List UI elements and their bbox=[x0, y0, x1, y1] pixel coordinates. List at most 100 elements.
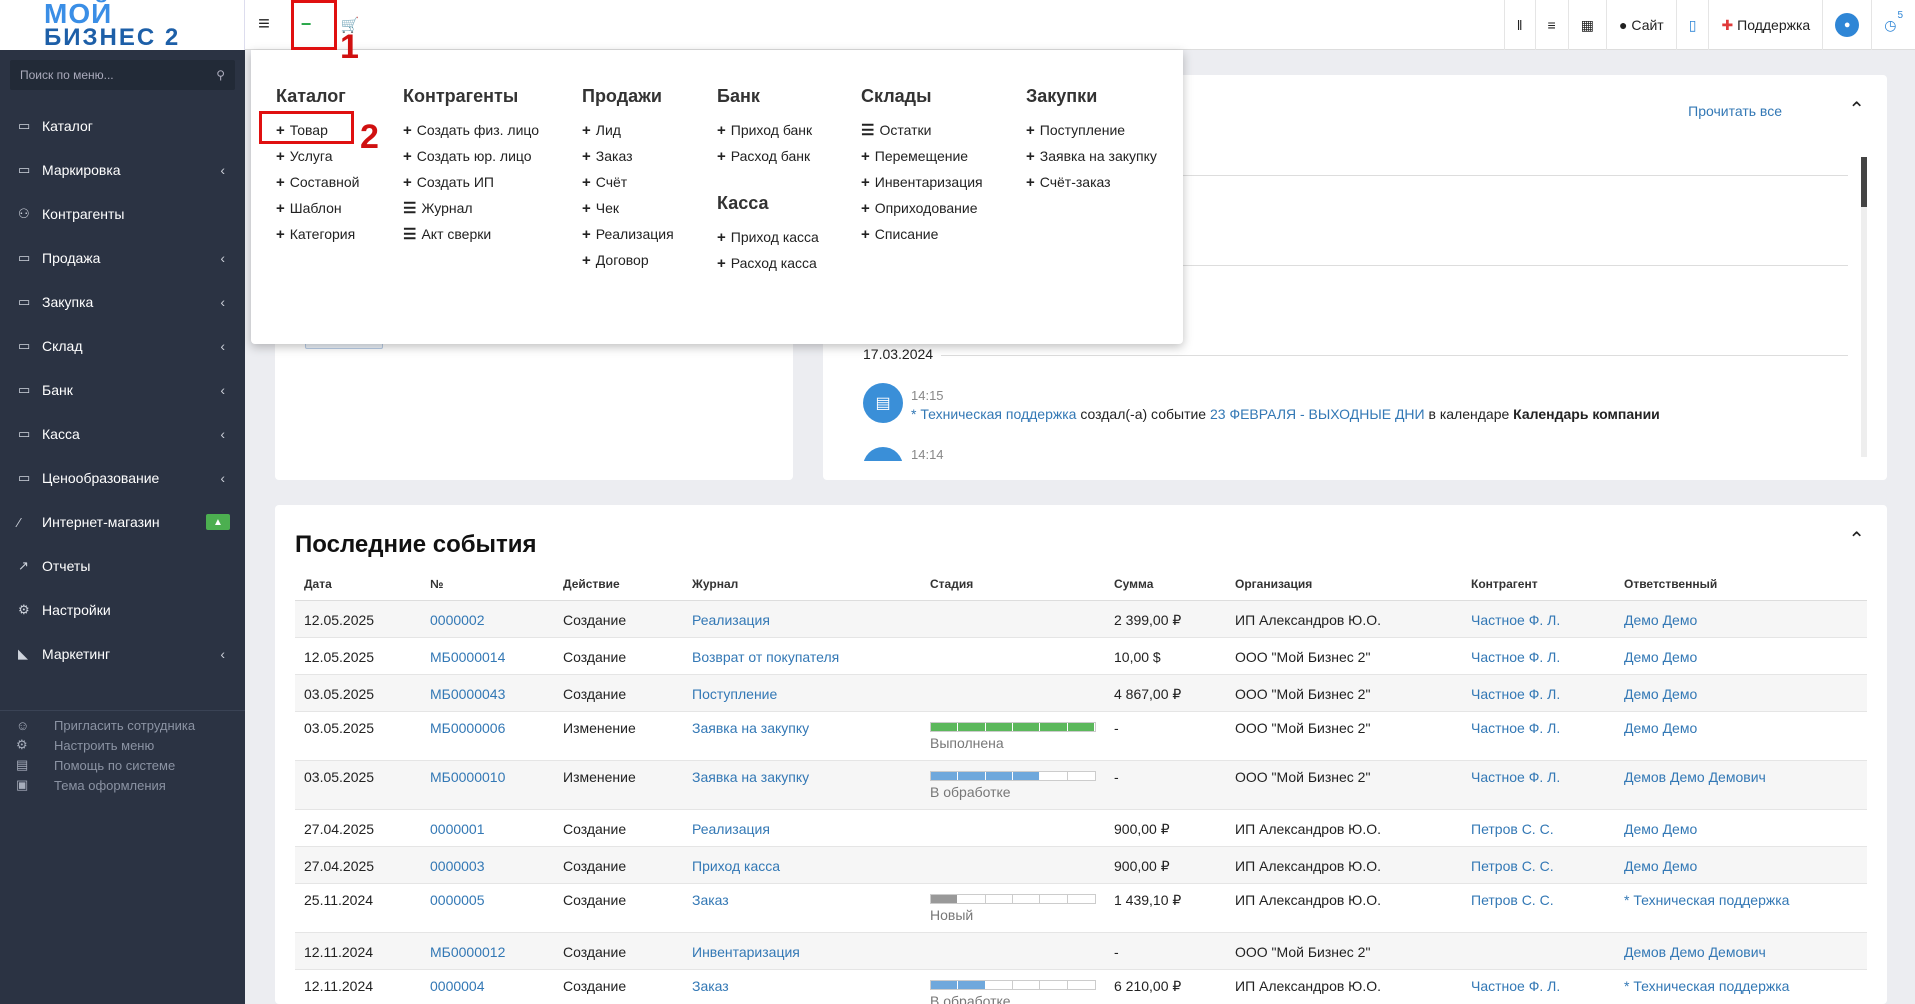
dropdown-item[interactable]: + Реализация bbox=[582, 221, 674, 247]
cell-num[interactable]: МБ0000014 bbox=[421, 637, 554, 675]
dropdown-item[interactable]: + Перемещение bbox=[861, 143, 983, 169]
dropdown-item[interactable]: + Инвентаризация bbox=[861, 169, 983, 195]
topbar-tool-7[interactable]: ◷ 5 bbox=[1871, 0, 1915, 50]
dropdown-item[interactable]: + Заказ bbox=[582, 143, 674, 169]
cell-journal[interactable]: Реализация bbox=[683, 600, 921, 638]
sidebar-item-11[interactable]: ⚙ Настройки bbox=[0, 588, 245, 632]
table-row[interactable]: 25.11.2024 0000005 Создание Заказ Новый 1 439… bbox=[295, 883, 1867, 933]
cell-num[interactable]: 0000003 bbox=[421, 846, 554, 884]
table-row[interactable]: 12.05.2025 МБ0000014 Создание Возврат от по… bbox=[295, 637, 1867, 675]
topbar-tool-5[interactable]: ✚ Поддержка bbox=[1708, 0, 1822, 50]
column-header[interactable]: Журнал bbox=[683, 568, 921, 601]
column-header[interactable]: Дата bbox=[295, 568, 421, 601]
cell-resp[interactable]: Демо Демо bbox=[1615, 637, 1867, 675]
column-header[interactable]: Организация bbox=[1226, 568, 1462, 601]
cell-journal[interactable]: Заявка на закупку bbox=[683, 711, 921, 761]
notifications-scrollbar[interactable] bbox=[1861, 157, 1867, 457]
dropdown-item[interactable]: + Списание bbox=[861, 221, 983, 247]
topbar-tool-6[interactable]: ● bbox=[1822, 0, 1871, 50]
dropdown-item[interactable]: + Составной bbox=[276, 169, 359, 195]
sidebar-item-4[interactable]: ▭ Закупка ‹ bbox=[0, 280, 245, 324]
cell-journal[interactable]: Инвентаризация bbox=[683, 932, 921, 970]
cell-contractor[interactable]: Частное Ф. Л. bbox=[1462, 674, 1615, 712]
dropdown-item[interactable]: + Услуга bbox=[276, 143, 359, 169]
topbar-tool-0[interactable]: ‖ bbox=[1503, 0, 1535, 50]
table-row[interactable]: 27.04.2025 0000001 Создание Реализация 900,0… bbox=[295, 809, 1867, 847]
cell-contractor[interactable]: Петров С. С. bbox=[1462, 809, 1615, 847]
cell-resp[interactable]: Демо Демо bbox=[1615, 846, 1867, 884]
cell-resp[interactable]: * Техническая поддержка bbox=[1615, 883, 1867, 933]
dropdown-item[interactable]: + Категория bbox=[276, 221, 359, 247]
dropdown-item[interactable]: + Создать ИП bbox=[403, 169, 539, 195]
table-row[interactable]: 12.11.2024 МБ0000012 Создание Инвентаризаци… bbox=[295, 932, 1867, 970]
sidebar-item-2[interactable]: ⚇ Контрагенты bbox=[0, 192, 245, 236]
hamburger-menu-icon[interactable]: ≡ bbox=[245, 0, 283, 50]
cell-journal[interactable]: Заказ bbox=[683, 969, 921, 1004]
dropdown-item[interactable]: + Приход касса bbox=[717, 224, 819, 250]
dropdown-item[interactable]: + Лид bbox=[582, 117, 674, 143]
read-all-link[interactable]: Прочитать все bbox=[1688, 103, 1782, 119]
collapse-chevron-icon[interactable]: ⌃ bbox=[1848, 97, 1865, 122]
dropdown-item[interactable]: + Чек bbox=[582, 195, 674, 221]
column-header[interactable]: № bbox=[421, 568, 554, 601]
dropdown-item[interactable]: + Шаблон bbox=[276, 195, 359, 221]
sidebar-bottom-link-2[interactable]: ▤ Помощь по системе bbox=[0, 755, 245, 775]
dropdown-item[interactable]: + Расход банк bbox=[717, 143, 819, 169]
dropdown-item[interactable]: ☰ Остатки bbox=[861, 117, 983, 143]
dropdown-item[interactable]: + Поступление bbox=[1026, 117, 1157, 143]
menu-search-input[interactable]: Поиск по меню... ⚲ bbox=[10, 60, 235, 90]
cell-num[interactable]: 0000002 bbox=[421, 600, 554, 638]
collapse-chevron-icon[interactable]: ⌃ bbox=[1848, 527, 1865, 552]
sidebar-bottom-link-1[interactable]: ⚙ Настроить меню bbox=[0, 735, 245, 755]
cell-journal[interactable]: Приход касса bbox=[683, 846, 921, 884]
table-row[interactable]: 03.05.2025 МБ0000006 Изменение Заявка на за… bbox=[295, 711, 1867, 761]
cell-num[interactable]: 0000005 bbox=[421, 883, 554, 933]
dropdown-item[interactable]: ☰ Журнал bbox=[403, 195, 539, 221]
dropdown-item[interactable]: + Заявка на закупку bbox=[1026, 143, 1157, 169]
notification-event-link[interactable]: 23 ФЕВРАЛЯ - ВЫХОДНЫЕ ДНИ bbox=[1210, 406, 1425, 422]
sidebar-bottom-link-0[interactable]: ☺ Пригласить сотрудника bbox=[0, 715, 245, 735]
dropdown-item[interactable]: + Договор bbox=[582, 247, 674, 273]
notification-author-link[interactable]: * Техническая поддержка bbox=[911, 406, 1076, 422]
sidebar-item-1[interactable]: ▭ Маркировка ‹ bbox=[0, 148, 245, 192]
cell-resp[interactable]: Демо Демо bbox=[1615, 674, 1867, 712]
dropdown-item[interactable]: + Приход банк bbox=[717, 117, 819, 143]
sidebar-item-5[interactable]: ▭ Склад ‹ bbox=[0, 324, 245, 368]
dropdown-item[interactable]: ☰ Акт сверки bbox=[403, 221, 539, 247]
cell-contractor[interactable]: Петров С. С. bbox=[1462, 846, 1615, 884]
sidebar-item-0[interactable]: ▭ Каталог bbox=[0, 104, 245, 148]
topbar-tool-2[interactable]: ▦ bbox=[1567, 0, 1606, 50]
topbar-tool-3[interactable]: ● Сайт bbox=[1605, 0, 1676, 50]
cell-contractor[interactable] bbox=[1462, 932, 1615, 970]
cell-journal[interactable]: Возврат от покупателя bbox=[683, 637, 921, 675]
cell-num[interactable]: МБ0000043 bbox=[421, 674, 554, 712]
table-row[interactable]: 03.05.2025 МБ0000043 Создание Поступление 4 … bbox=[295, 674, 1867, 712]
cell-resp[interactable]: * Техническая поддержка bbox=[1615, 969, 1867, 1004]
dropdown-item[interactable]: + Счёт-заказ bbox=[1026, 169, 1157, 195]
cell-contractor[interactable]: Частное Ф. Л. bbox=[1462, 600, 1615, 638]
cell-num[interactable]: МБ0000006 bbox=[421, 711, 554, 761]
cell-journal[interactable]: Заявка на закупку bbox=[683, 760, 921, 810]
cell-resp[interactable]: Демов Демо Демович bbox=[1615, 932, 1867, 970]
sidebar-item-12[interactable]: ◣ Маркетинг ‹ bbox=[0, 632, 245, 676]
cell-contractor[interactable]: Частное Ф. Л. bbox=[1462, 969, 1615, 1004]
cell-resp[interactable]: Демов Демо Демович bbox=[1615, 760, 1867, 810]
cell-num[interactable]: 0000001 bbox=[421, 809, 554, 847]
logo[interactable]: МОЙ БИЗНЕС 2 bbox=[0, 0, 245, 50]
dropdown-item[interactable]: + Создать юр. лицо bbox=[403, 143, 539, 169]
sidebar-item-8[interactable]: ▭ Ценообразование ‹ bbox=[0, 456, 245, 500]
sidebar-item-10[interactable]: ↗ Отчеты bbox=[0, 544, 245, 588]
cell-num[interactable]: МБ0000012 bbox=[421, 932, 554, 970]
topbar-tool-1[interactable]: ≡ bbox=[1534, 0, 1568, 50]
column-header[interactable]: Контрагент bbox=[1462, 568, 1615, 601]
sidebar-bottom-link-3[interactable]: ▣ Тема оформления bbox=[0, 775, 245, 795]
sidebar-item-9[interactable]: ⁄ Интернет-магазин ▲ bbox=[0, 500, 245, 544]
dropdown-item[interactable]: + Счёт bbox=[582, 169, 674, 195]
cell-journal[interactable]: Реализация bbox=[683, 809, 921, 847]
cell-contractor[interactable]: Частное Ф. Л. bbox=[1462, 760, 1615, 810]
cell-resp[interactable]: Демо Демо bbox=[1615, 809, 1867, 847]
cell-journal[interactable]: Заказ bbox=[683, 883, 921, 933]
sidebar-item-6[interactable]: ▭ Банк ‹ bbox=[0, 368, 245, 412]
column-header[interactable]: Стадия bbox=[921, 568, 1105, 601]
dropdown-item[interactable]: + Оприходование bbox=[861, 195, 983, 221]
